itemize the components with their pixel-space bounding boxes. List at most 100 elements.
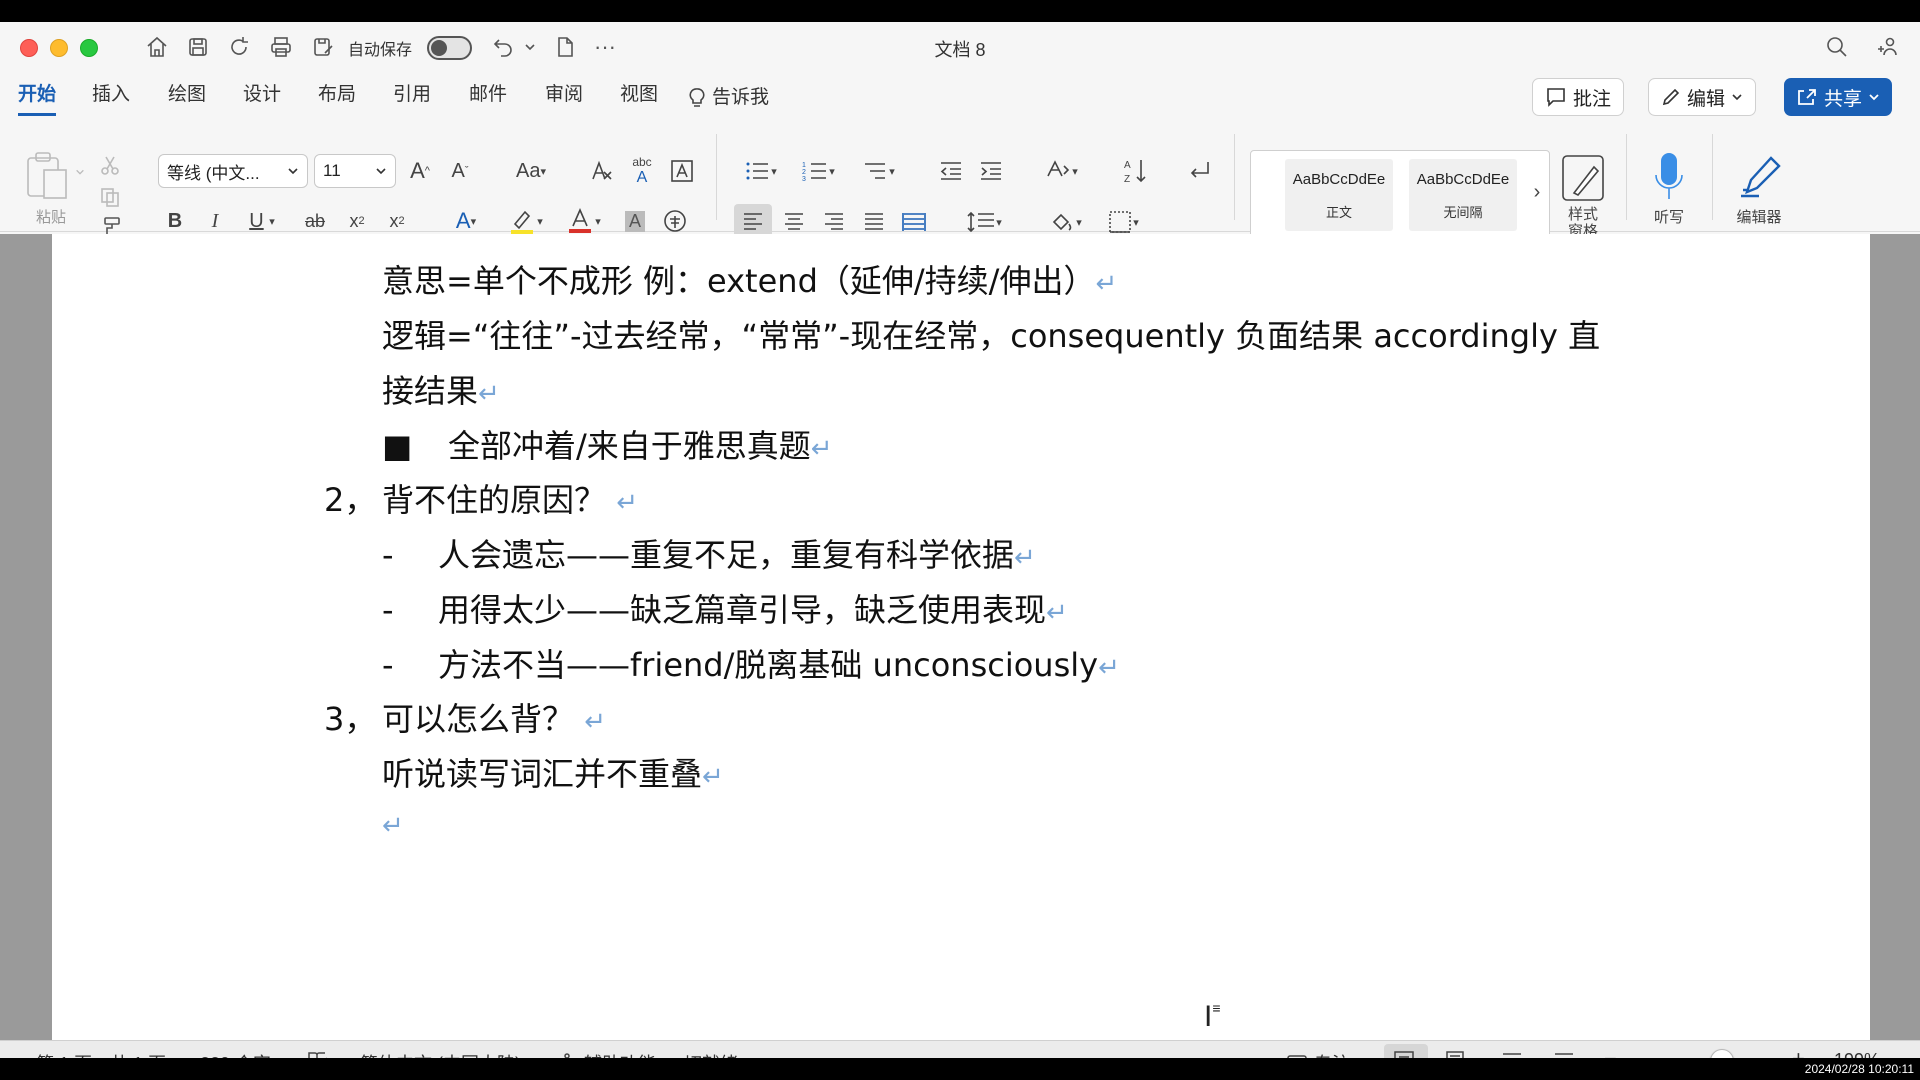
chevron-right-icon[interactable]: › xyxy=(1527,177,1547,207)
zoom-percentage[interactable]: 199% xyxy=(1834,1050,1880,1058)
character-shading-icon[interactable]: A xyxy=(620,204,650,238)
account-icon[interactable] xyxy=(1872,34,1902,60)
subscript-button[interactable]: x2 xyxy=(340,204,374,238)
paste-icon[interactable] xyxy=(22,150,72,200)
text-effects-icon[interactable]: A ▾ xyxy=(444,204,488,238)
editor-icon[interactable] xyxy=(1732,150,1788,204)
svg-text:A: A xyxy=(1124,160,1131,171)
text-direction-icon[interactable]: ▾ xyxy=(1036,154,1086,188)
chevron-down-icon xyxy=(376,168,386,175)
clear-formatting-icon[interactable] xyxy=(586,154,618,188)
tab-insert[interactable]: 插入 xyxy=(92,80,130,116)
styles-gallery: AaBbCcDdEe 正文 AaBbCcDdEe 无间隔 › xyxy=(1250,150,1550,240)
line-text: 用得太少——缺乏篇章引导，缺乏使用表现 xyxy=(438,591,1047,629)
tab-references[interactable]: 引用 xyxy=(393,80,431,116)
lightbulb-icon xyxy=(689,88,705,107)
line-text: 背不住的原因？ xyxy=(382,481,617,519)
numbering-icon[interactable]: 123 ▾ xyxy=(794,154,842,188)
paste-dropdown-chevron-icon[interactable] xyxy=(74,166,86,178)
line-text: 可以怎么背？ xyxy=(382,700,585,738)
zoom-out-button[interactable]: − xyxy=(1604,1046,1617,1058)
strikethrough-button[interactable]: ab xyxy=(298,204,332,238)
style-normal[interactable]: AaBbCcDdEe 正文 xyxy=(1285,159,1393,231)
svg-text:2: 2 xyxy=(802,169,806,176)
highlight-color-icon[interactable]: ▾ xyxy=(500,204,550,238)
document-line: ↵ xyxy=(382,804,404,842)
comments-button[interactable]: 批注 xyxy=(1532,78,1625,116)
text-cursor-icon: I≡ xyxy=(1204,1000,1221,1033)
search-icon[interactable] xyxy=(1822,34,1852,60)
character-border-icon[interactable] xyxy=(666,154,698,188)
sort-icon[interactable]: AZ xyxy=(1118,154,1152,188)
superscript-button[interactable]: x2 xyxy=(380,204,414,238)
word-count[interactable]: 229 个字 xyxy=(200,1050,271,1058)
tab-home[interactable]: 开始 xyxy=(18,80,57,116)
microphone-icon[interactable] xyxy=(1646,150,1692,204)
multilevel-list-icon[interactable]: ▾ xyxy=(854,154,902,188)
share-label: 共享 xyxy=(1824,88,1863,110)
document-canvas: 意思=单个不成形 例：extend（延伸/持续/伸出）↵ 逻辑=“往往”-过去经… xyxy=(0,234,1920,1040)
font-name-select[interactable]: 等线 (中文... xyxy=(158,154,308,188)
share-button[interactable]: 共享 xyxy=(1784,78,1893,116)
tab-layout[interactable]: 布局 xyxy=(318,80,356,116)
text-effects-abc-icon[interactable]: abc A xyxy=(626,154,658,188)
show-formatting-marks-icon[interactable] xyxy=(1182,154,1216,188)
increase-indent-icon[interactable] xyxy=(974,154,1008,188)
share-icon xyxy=(1798,89,1816,105)
line-text: 接结果 xyxy=(382,372,479,410)
style-name: 正文 xyxy=(1325,205,1352,220)
paragraph-mark: ↵ xyxy=(1046,598,1068,628)
grow-font-icon[interactable]: A ^ xyxy=(404,154,436,188)
paragraph-mark: ↵ xyxy=(382,811,404,841)
document-line: - 人会遗忘——重复不足，重复有科学依据↵ xyxy=(382,530,1036,576)
print-layout-view-icon[interactable] xyxy=(1392,1050,1416,1058)
tab-review[interactable]: 审阅 xyxy=(545,80,583,116)
document-title: 文档 8 xyxy=(934,40,986,60)
italic-button[interactable]: I xyxy=(198,204,232,238)
line-text: 逻辑=“往往”-过去经常，“常常”-现在经常，consequently 负面结果… xyxy=(382,317,1601,355)
styles-pane-icon[interactable] xyxy=(1558,152,1608,204)
tab-design[interactable]: 设计 xyxy=(243,80,281,116)
page-count[interactable]: 第 1 页，共 1 页 xyxy=(36,1050,166,1058)
tab-draw[interactable]: 绘图 xyxy=(168,80,206,116)
tab-mailings[interactable]: 邮件 xyxy=(469,80,507,116)
paragraph-mark: ↵ xyxy=(810,434,833,464)
style-sample: AaBbCcDdEe xyxy=(1292,171,1386,188)
proofing-icon[interactable] xyxy=(306,1050,328,1058)
svg-text:1: 1 xyxy=(802,162,806,169)
chevron-down-icon xyxy=(288,168,298,175)
decrease-indent-icon[interactable] xyxy=(934,154,968,188)
zoom-in-button[interactable]: + xyxy=(1792,1046,1805,1058)
font-size-select[interactable]: 11 xyxy=(314,154,396,188)
enclose-characters-icon[interactable] xyxy=(658,204,692,238)
line-text: 听说读写词汇并不重叠 xyxy=(382,755,703,793)
paragraph-mark: ↵ xyxy=(1095,269,1118,299)
underline-button[interactable]: U ▾ xyxy=(238,204,286,238)
bullet-marker: ■ xyxy=(382,427,413,465)
paragraph-mark: ↵ xyxy=(584,707,606,737)
tab-tell-me[interactable]: 告诉我 xyxy=(688,80,769,116)
outline-view-icon[interactable] xyxy=(1500,1050,1524,1058)
cut-icon[interactable] xyxy=(96,152,124,178)
zoom-slider-knob[interactable] xyxy=(1710,1049,1734,1058)
accessibility-status[interactable]: 辅助功能: 一切就绪 xyxy=(556,1050,738,1058)
focus-mode-button[interactable]: 专注 xyxy=(1286,1050,1350,1058)
paragraph-mark: ↵ xyxy=(702,762,724,792)
change-case-icon[interactable]: Aa ▾ xyxy=(506,154,556,188)
copy-icon[interactable] xyxy=(96,184,124,210)
tab-view[interactable]: 视图 xyxy=(620,80,658,116)
shrink-font-icon[interactable]: Aˇ xyxy=(444,154,476,188)
word-window: 自动保存 ··· 文档 8 开始 插入 绘图 设计 布局 引用 邮件 审阅 视图 xyxy=(0,22,1920,1058)
bullets-icon[interactable]: ▾ xyxy=(736,154,784,188)
language-status[interactable]: 简体中文 (中国大陆) xyxy=(360,1050,521,1058)
svg-text:Z: Z xyxy=(1124,174,1130,185)
font-size-value: 11 xyxy=(323,161,341,180)
bold-button[interactable]: B xyxy=(158,204,192,238)
paragraph-mark: ↵ xyxy=(616,488,638,518)
document-page[interactable]: 意思=单个不成形 例：extend（延伸/持续/伸出）↵ 逻辑=“往往”-过去经… xyxy=(52,234,1870,1040)
font-color-icon[interactable]: ▾ xyxy=(558,204,608,238)
web-layout-view-icon[interactable] xyxy=(1444,1050,1470,1058)
editing-mode-button[interactable]: 编辑 xyxy=(1648,78,1757,116)
style-no-spacing[interactable]: AaBbCcDdEe 无间隔 xyxy=(1409,159,1517,231)
draft-view-icon[interactable] xyxy=(1552,1050,1576,1058)
